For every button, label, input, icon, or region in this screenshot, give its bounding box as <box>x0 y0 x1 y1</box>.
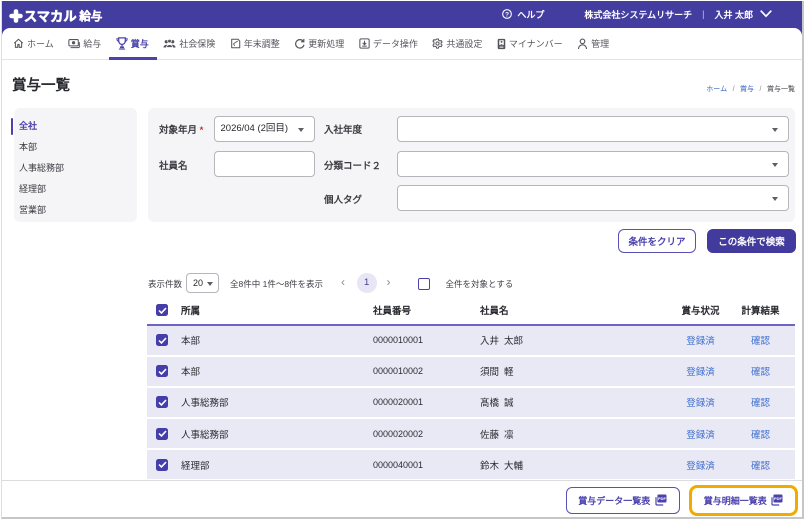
svg-text:PDF: PDF <box>658 496 666 501</box>
